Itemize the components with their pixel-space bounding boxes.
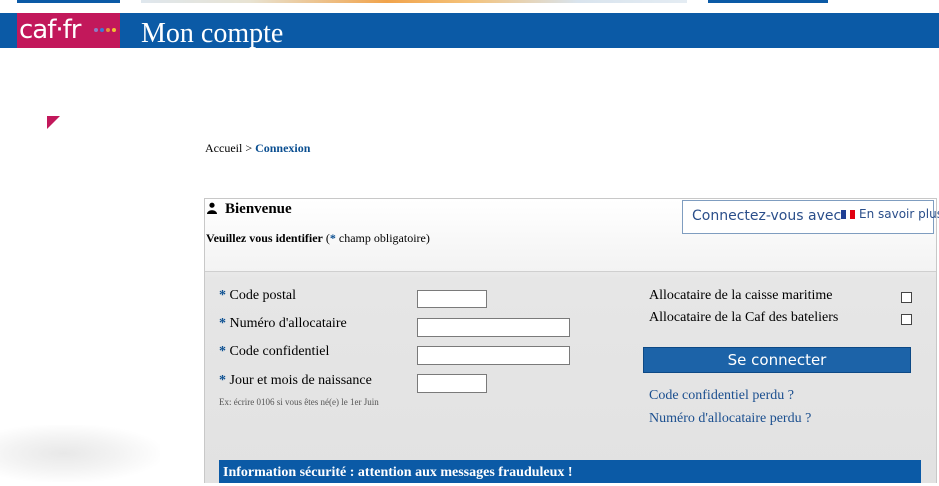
identify-instruction: Veuillez vous identifier (* champ obliga… <box>206 231 430 246</box>
user-icon <box>207 202 217 214</box>
caf-logo[interactable]: caf·fr <box>17 13 120 48</box>
breadcrumb-current: Connexion <box>255 141 311 155</box>
confidential-code-input[interactable] <box>417 346 570 365</box>
page-title: Mon compte <box>141 18 284 49</box>
login-panel: Bienvenue Veuillez vous identifier (* ch… <box>204 198 939 483</box>
corner-triangle-icon <box>47 116 60 129</box>
logo-text: caf·fr <box>19 15 81 45</box>
banner-segment <box>17 0 120 3</box>
lost-number-link[interactable]: Numéro d'allocataire perdu ? <box>649 411 811 427</box>
field-label-text: Code postal <box>226 288 297 303</box>
field-label-birth-day-month: * Jour et mois de naissance <box>219 373 372 389</box>
bateliers-checkbox[interactable] <box>901 314 912 325</box>
france-connect-icon <box>841 210 856 219</box>
decorative-blur <box>0 425 160 482</box>
required-star: * <box>219 288 226 303</box>
franceconnect-button[interactable]: Connectez-vous avec En savoir plus <box>682 200 939 234</box>
maritime-option-label: Allocataire de la caisse maritime <box>649 288 833 303</box>
breadcrumb-separator: > <box>242 141 256 155</box>
field-label-text: Jour et mois de naissance <box>226 373 372 388</box>
lost-code-link[interactable]: Code confidentiel perdu ? <box>649 388 794 404</box>
field-label-text: Code confidentiel <box>226 344 330 359</box>
identify-label: Veuillez vous identifier <box>206 231 323 245</box>
bateliers-option-label: Allocataire de la Caf des bateliers <box>649 310 839 325</box>
field-label-allocataire-number: * Numéro d'allocataire <box>219 316 347 332</box>
birth-date-hint: Ex: écrire 0106 si vous êtes né(e) le 1e… <box>219 397 379 407</box>
top-banner-strip <box>0 0 939 13</box>
welcome-heading: Bienvenue <box>225 201 292 217</box>
logo-dots-icon <box>94 28 116 32</box>
panel-header: Bienvenue Veuillez vous identifier (* ch… <box>205 199 939 272</box>
security-alert-banner[interactable]: Information sécurité : attention aux mes… <box>219 460 921 483</box>
field-label-postal-code: * Code postal <box>219 288 296 304</box>
required-star: * <box>219 316 226 331</box>
allocataire-number-input[interactable] <box>417 318 570 337</box>
required-star: * <box>219 344 226 359</box>
connect-button[interactable]: Se connecter <box>643 347 911 373</box>
banner-segment <box>708 0 828 3</box>
birth-day-month-input[interactable] <box>417 374 487 393</box>
identify-note: champ obligatoire) <box>335 231 430 245</box>
required-star: * <box>219 373 226 388</box>
franceconnect-more-link[interactable]: En savoir plus <box>859 207 939 221</box>
field-label-confidential-code: * Code confidentiel <box>219 344 329 360</box>
postal-code-input[interactable] <box>417 290 487 308</box>
banner-image <box>141 0 687 3</box>
breadcrumb: Accueil > Connexion <box>205 141 310 156</box>
breadcrumb-home[interactable]: Accueil <box>205 141 242 155</box>
field-label-text: Numéro d'allocataire <box>226 316 347 331</box>
identify-paren: ( <box>322 231 330 245</box>
franceconnect-label: Connectez-vous avec <box>692 208 842 224</box>
maritime-checkbox[interactable] <box>901 292 912 303</box>
